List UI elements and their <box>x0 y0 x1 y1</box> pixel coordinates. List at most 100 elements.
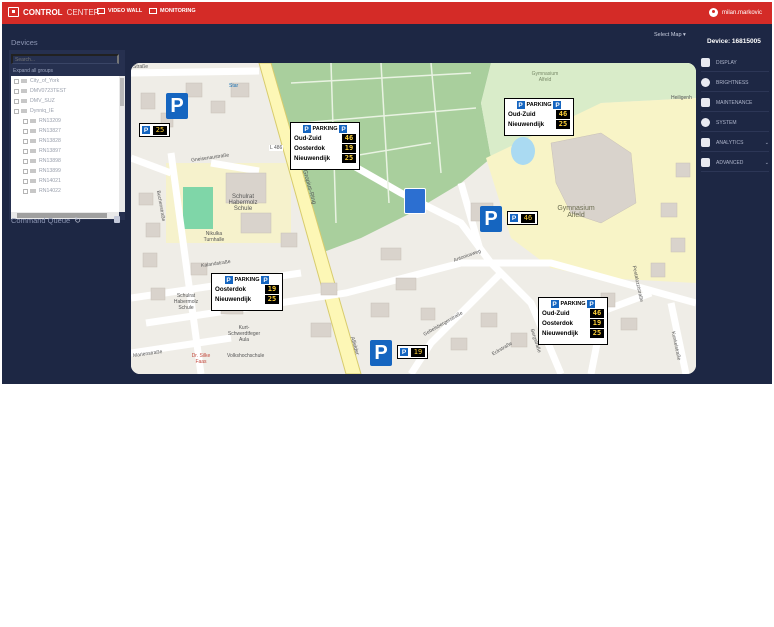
menu-maintenance-label: MAINTENANCE <box>716 99 753 106</box>
expand-toggle-icon[interactable] <box>14 98 19 104</box>
tree-item[interactable]: RN14021 <box>11 176 119 186</box>
tree-vertical-scrollbar[interactable] <box>119 76 125 212</box>
parking-p-icon: P <box>302 125 311 133</box>
small-sign-3-value: 19 <box>411 347 425 357</box>
expand-toggle-icon[interactable] <box>23 168 28 174</box>
menu-advanced[interactable]: ADVANCED ⌄ <box>701 154 769 172</box>
app-logo[interactable]: CONTROL CENTER <box>8 7 99 17</box>
tree-item[interactable]: RN13828 <box>11 136 119 146</box>
expand-toggle-icon[interactable] <box>23 118 28 124</box>
folder-icon <box>30 119 36 123</box>
select-map-dropdown[interactable]: Select Map ▾ <box>654 32 686 38</box>
expand-toggle-icon[interactable] <box>23 178 28 184</box>
map-label-volk: Volkshochschule <box>227 353 265 359</box>
traffic-device-icon[interactable] <box>404 188 426 214</box>
nav-video-wall[interactable]: VIDEO WALL <box>97 8 142 14</box>
map-label-nikulka: Nikulka Turnhalle <box>203 231 225 243</box>
parking-sign-4[interactable]: P PARKING P Oud-Zuid 46 Oosterdok 19 Nieuwen… <box>538 297 608 345</box>
menu-system[interactable]: SYSTEM <box>701 114 769 132</box>
tree-item[interactable]: RN13899 <box>11 166 119 176</box>
expand-toggle-icon[interactable] <box>23 188 28 194</box>
tree-item-label: RN13899 <box>39 168 61 174</box>
sign-row-value: 25 <box>342 153 356 163</box>
sign-row-value: 19 <box>590 318 604 328</box>
tree-item-label: RN14022 <box>39 188 61 194</box>
parking-p-icon: P <box>550 300 559 308</box>
menu-brightness-label: BRIGHTNESS <box>716 79 749 86</box>
parking-p-icon: P <box>587 300 596 308</box>
map-label-kurt: Kurt-Schwerdtfeger Aula <box>227 325 261 343</box>
expand-toggle-icon[interactable] <box>14 108 19 114</box>
expand-all-link[interactable]: Expand all groups <box>13 68 53 74</box>
menu-maintenance[interactable]: MAINTENANCE <box>701 94 769 112</box>
sign-row-name: Oosterdok <box>215 285 246 293</box>
sign-row-value: 19 <box>265 284 279 294</box>
map-label-gymnasium: Gymnasium Alfeld <box>557 205 595 219</box>
folder-icon <box>21 89 27 93</box>
trash-icon[interactable] <box>114 216 120 223</box>
tree-item-label: RN13897 <box>39 148 61 154</box>
small-sign-3[interactable]: P 19 <box>397 345 428 359</box>
parking-sign-2[interactable]: P PARKING P Oud-Zuid 46 Nieuwendijk 25 <box>504 98 574 136</box>
map-view[interactable]: Straße Star Gneisenaustraße Buchenstraße… <box>131 63 696 374</box>
tree-item[interactable]: RN13898 <box>11 156 119 166</box>
tree-item-label: DMV_SUZ <box>30 98 55 104</box>
tree-item-label: RN13898 <box>39 158 61 164</box>
device-id: Device: 16815005 <box>707 38 761 45</box>
nav-monitoring-label: MONITORING <box>160 8 196 14</box>
tree-item[interactable]: City_of_York <box>11 76 119 86</box>
map-label-star: Star <box>229 83 239 89</box>
tree-item[interactable]: DMV_SUZ <box>11 96 119 106</box>
devices-sidebar: Devices Expand all groups City_of_York DM… <box>2 24 128 384</box>
parking-marker-2[interactable]: P <box>480 206 502 232</box>
refresh-icon[interactable]: ↻ <box>74 216 81 225</box>
tree-item-label: RN14021 <box>39 178 61 184</box>
command-queue-header: Command Queue ↻ <box>11 216 81 225</box>
nav-monitoring[interactable]: MONITORING <box>149 8 196 14</box>
device-search-input[interactable] <box>11 54 119 64</box>
folder-icon <box>21 99 27 103</box>
small-sign-1[interactable]: P 25 <box>139 123 170 137</box>
map-label-street: Straße <box>133 64 149 70</box>
sign-row-value: 25 <box>556 119 570 129</box>
user-menu[interactable]: milan.markovic <box>708 8 762 17</box>
expand-toggle-icon[interactable] <box>23 138 28 144</box>
tree-item[interactable]: RN13897 <box>11 146 119 156</box>
map-label-heilige: Heiligenh <box>671 95 692 101</box>
tree-item[interactable]: RN13209 <box>11 116 119 126</box>
tree-item[interactable]: DMV0723TEST <box>11 86 119 96</box>
tree-item[interactable]: Dynniq_IE <box>11 106 119 116</box>
nav-video-wall-label: VIDEO WALL <box>108 8 143 14</box>
expand-toggle-icon[interactable] <box>23 148 28 154</box>
menu-analytics[interactable]: ANALYTICS ⌄ <box>701 134 769 152</box>
chevron-down-icon: ⌄ <box>764 139 769 146</box>
folder-icon <box>30 129 36 133</box>
tree-item[interactable]: RN14022 <box>11 186 119 196</box>
sign-row-value: 25 <box>590 328 604 338</box>
expand-toggle-icon[interactable] <box>14 78 19 84</box>
parking-marker-3[interactable]: P <box>370 340 392 366</box>
top-bar: CONTROL CENTER VIDEO WALL MONITORING mil… <box>2 2 772 24</box>
brand-light: CENTER <box>66 7 100 17</box>
parking-marker-1[interactable]: P <box>166 93 188 119</box>
user-icon <box>708 8 718 17</box>
folder-icon <box>30 139 36 143</box>
map-label-gymnasium-top: Gymnasium Alfeld <box>531 71 559 83</box>
select-map-label: Select Map <box>654 32 682 38</box>
expand-toggle-icon[interactable] <box>14 88 19 94</box>
menu-brightness[interactable]: BRIGHTNESS <box>701 74 769 92</box>
menu-display[interactable]: DISPLAY <box>701 54 769 72</box>
expand-toggle-icon[interactable] <box>23 158 28 164</box>
folder-icon <box>30 149 36 153</box>
tree-item[interactable]: RN13827 <box>11 126 119 136</box>
sign-row-value: 46 <box>590 308 604 318</box>
small-sign-2[interactable]: P 46 <box>507 211 538 225</box>
tree-item-label: RN13209 <box>39 118 61 124</box>
devices-panel: Expand all groups City_of_York DMV0723TES… <box>9 50 125 220</box>
parking-sign-1[interactable]: P PARKING P Oud-Zuid 46 Oosterdok 19 Nieuwen… <box>290 122 360 170</box>
sign-row-value: 19 <box>342 143 356 153</box>
expand-toggle-icon[interactable] <box>23 128 28 134</box>
parking-p-icon: P <box>516 101 525 109</box>
parking-sign-3[interactable]: P PARKING P Oosterdok 19 Nieuwendijk 25 <box>211 273 283 311</box>
device-tree: City_of_York DMV0723TEST DMV_SUZ Dynniq_IE R… <box>11 76 119 219</box>
